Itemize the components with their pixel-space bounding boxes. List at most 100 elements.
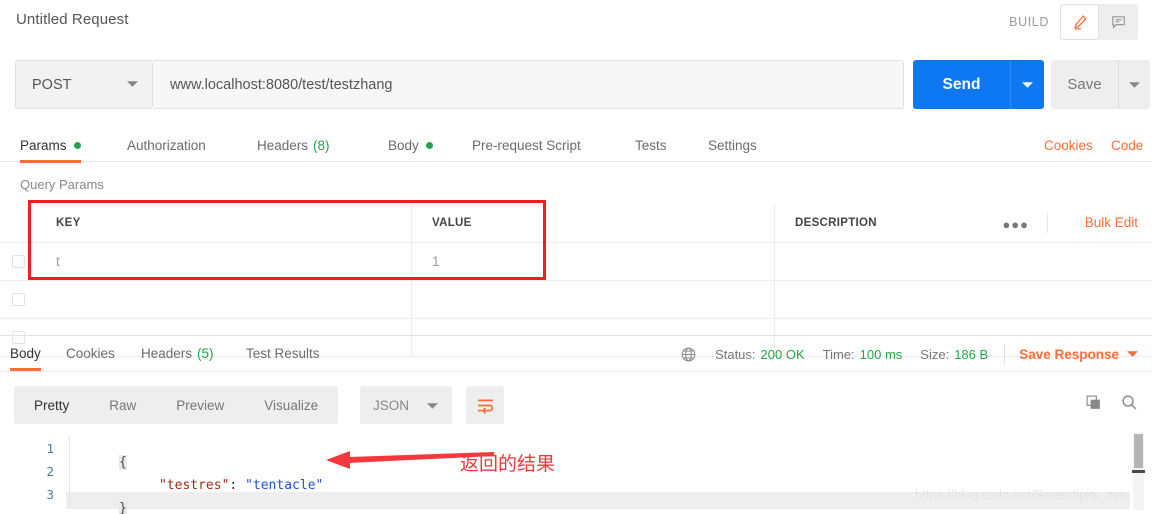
row-value-input: 1: [432, 254, 440, 269]
request-tabs: Params Authorization Headers (8) Body Pr…: [0, 128, 1152, 163]
table-header-row: KEY VALUE DESCRIPTION ●●● Bulk Edit: [0, 203, 1152, 243]
view-mode-raw[interactable]: Raw: [89, 386, 156, 424]
chevron-down-icon[interactable]: [1127, 350, 1138, 358]
copy-icon[interactable]: [1085, 394, 1102, 411]
row-checkbox-cell: [0, 243, 36, 280]
response-tab-test-results[interactable]: Test Results: [246, 336, 320, 370]
json-close-brace: }: [118, 501, 127, 514]
vertical-scrollbar-thumb[interactable]: [1134, 434, 1143, 468]
comment-mode-button[interactable]: [1099, 4, 1138, 40]
format-value: JSON: [373, 397, 410, 413]
query-params-title: Query Params: [20, 177, 104, 192]
size-label: Size:: [920, 346, 950, 362]
view-mode-visualize[interactable]: Visualize: [244, 386, 338, 424]
pencil-icon: [1074, 14, 1087, 30]
edit-mode-button[interactable]: [1060, 4, 1099, 40]
tab-body[interactable]: Body: [388, 128, 433, 162]
tab-label: Test Results: [246, 345, 320, 361]
view-mode-group: Pretty Raw Preview Visualize: [14, 386, 339, 424]
response-action-icons: [1085, 394, 1138, 411]
row-description-cell[interactable]: [775, 281, 1152, 318]
tab-label: Tests: [635, 137, 667, 153]
row-checkbox[interactable]: [11, 293, 25, 306]
status-value: 200 OK: [760, 346, 805, 362]
bulk-edit-button[interactable]: Bulk Edit: [1085, 215, 1138, 230]
column-header-value: VALUE: [432, 216, 472, 229]
header-key-cell: KEY: [36, 203, 412, 242]
time-label: Time:: [822, 346, 855, 362]
table-row[interactable]: [0, 281, 1152, 319]
chevron-down-icon: [1022, 81, 1033, 88]
globe-icon[interactable]: [680, 346, 697, 363]
save-options-button[interactable]: [1118, 60, 1150, 109]
tab-label: Headers: [257, 137, 309, 153]
line-number-gutter: 1 2 3: [0, 430, 66, 514]
table-row[interactable]: t 1: [0, 243, 1152, 281]
header-checkbox-cell: [0, 203, 36, 242]
chevron-down-icon: [127, 81, 138, 87]
http-method-select[interactable]: POST: [15, 60, 153, 109]
row-key-cell[interactable]: t: [36, 243, 412, 280]
json-key: "testres": [158, 478, 230, 493]
json-value: "tentacle": [245, 478, 324, 493]
ellipsis-icon[interactable]: ●●●: [1002, 217, 1029, 232]
status-label: Status:: [715, 346, 756, 362]
url-bar: POST www.localhost:8080/test/testzhang S…: [0, 56, 1152, 114]
divider: [1047, 213, 1048, 233]
tab-settings[interactable]: Settings: [708, 128, 757, 162]
response-tab-headers[interactable]: Headers (5): [141, 336, 214, 370]
url-input[interactable]: www.localhost:8080/test/testzhang: [153, 60, 904, 109]
row-checkbox[interactable]: [11, 255, 25, 268]
row-value-cell[interactable]: [412, 281, 775, 318]
format-select[interactable]: JSON: [360, 386, 452, 424]
send-options-button[interactable]: [1010, 60, 1044, 109]
row-key-cell[interactable]: [36, 281, 412, 318]
line-number: 3: [46, 487, 54, 502]
time-item: Time: 100 ms: [823, 347, 903, 362]
save-response-button[interactable]: Save Response: [1019, 347, 1119, 362]
size-item: Size: 186 B: [920, 347, 988, 362]
tab-label: Authorization: [127, 137, 206, 153]
line-number: 1: [46, 441, 54, 456]
tab-label: Body: [388, 137, 419, 153]
tab-label: Pre-request Script: [472, 137, 581, 153]
top-bar: Untitled Request BUILD: [0, 0, 1152, 46]
code-line: }: [72, 486, 127, 514]
code-link[interactable]: Code: [1111, 128, 1143, 162]
size-value: 186 B: [954, 346, 989, 362]
response-tab-cookies[interactable]: Cookies: [66, 336, 115, 370]
postman-window: Untitled Request BUILD POST www.localhos: [0, 0, 1152, 514]
word-wrap-icon: [477, 399, 493, 414]
search-icon[interactable]: [1121, 394, 1138, 411]
tab-authorization[interactable]: Authorization: [127, 128, 206, 162]
active-tab-underline: [20, 160, 81, 163]
page-title: Untitled Request: [16, 11, 129, 28]
send-button[interactable]: Send: [913, 60, 1010, 109]
tab-label: Params: [20, 137, 67, 153]
view-mode-preview[interactable]: Preview: [156, 386, 244, 424]
tab-headers[interactable]: Headers (8): [257, 128, 330, 162]
tab-pre-request-script[interactable]: Pre-request Script: [472, 128, 581, 162]
code-indent-guide: [69, 436, 70, 508]
divider: [1004, 344, 1006, 364]
comment-icon: [1112, 15, 1125, 29]
build-label: BUILD: [1009, 15, 1049, 29]
save-button[interactable]: Save: [1051, 60, 1118, 109]
tab-count: (8): [313, 137, 330, 153]
query-params-table: KEY VALUE DESCRIPTION ●●● Bulk Edit t 1: [0, 203, 1152, 357]
tab-tests[interactable]: Tests: [635, 128, 667, 162]
word-wrap-button[interactable]: [466, 386, 504, 424]
row-description-cell[interactable]: [775, 243, 1152, 280]
response-tab-body[interactable]: Body: [10, 336, 41, 371]
row-checkbox-cell: [0, 281, 36, 318]
chevron-down-icon: [427, 403, 438, 409]
watermark: https://blog.csdn.net/Serendipity_zyx: [915, 488, 1126, 502]
tab-params[interactable]: Params: [20, 128, 81, 163]
row-value-cell[interactable]: 1: [412, 243, 775, 280]
tab-label: Body: [10, 345, 41, 361]
url-value: www.localhost:8080/test/testzhang: [170, 76, 393, 93]
view-mode-pretty[interactable]: Pretty: [14, 386, 89, 424]
column-header-key: KEY: [56, 216, 81, 229]
time-value: 100 ms: [859, 346, 903, 362]
cookies-link[interactable]: Cookies: [1044, 128, 1093, 162]
